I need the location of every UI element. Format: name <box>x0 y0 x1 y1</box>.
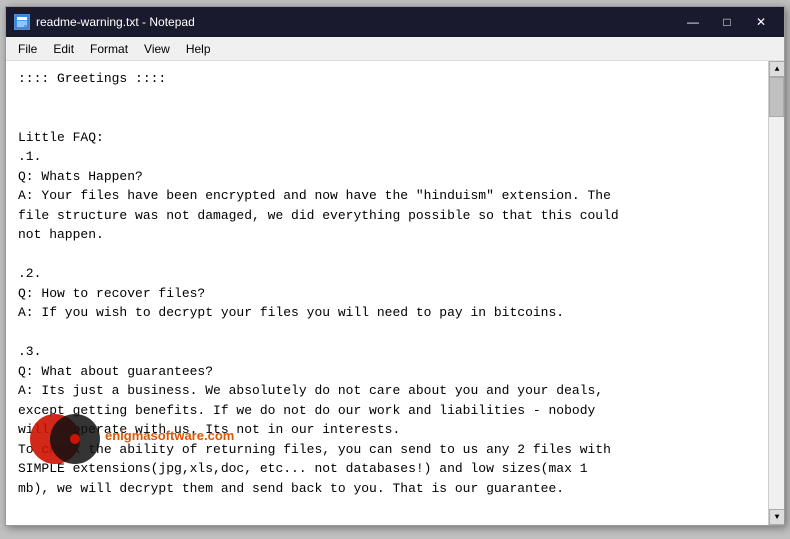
menu-view[interactable]: View <box>136 40 178 58</box>
maximize-button[interactable]: □ <box>712 12 742 32</box>
content-area: :::: Greetings :::: Little FAQ: .1. Q: W… <box>6 61 784 525</box>
window-title: readme-warning.txt - Notepad <box>36 15 195 29</box>
text-editor[interactable]: :::: Greetings :::: Little FAQ: .1. Q: W… <box>6 61 768 525</box>
close-button[interactable]: ✕ <box>746 12 776 32</box>
menu-help[interactable]: Help <box>178 40 219 58</box>
menu-format[interactable]: Format <box>82 40 136 58</box>
scroll-up-button[interactable]: ▲ <box>769 61 784 77</box>
scroll-thumb[interactable] <box>769 77 784 117</box>
window-icon <box>14 14 30 30</box>
menu-file[interactable]: File <box>10 40 45 58</box>
scrollbar[interactable]: ▲ ▼ <box>768 61 784 525</box>
scroll-down-button[interactable]: ▼ <box>769 509 784 525</box>
scroll-track[interactable] <box>769 77 784 509</box>
minimize-button[interactable]: — <box>678 12 708 32</box>
menu-bar: File Edit Format View Help <box>6 37 784 61</box>
title-bar: readme-warning.txt - Notepad — □ ✕ <box>6 7 784 37</box>
menu-edit[interactable]: Edit <box>45 40 82 58</box>
window-controls: — □ ✕ <box>678 12 776 32</box>
